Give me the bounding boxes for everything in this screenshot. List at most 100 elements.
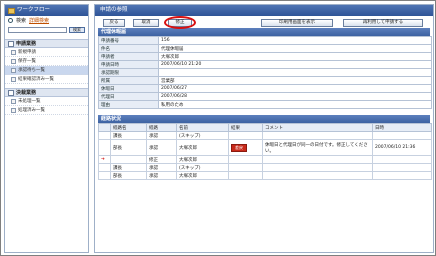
detail-row: 代理日 2007/06/28 (98, 92, 432, 101)
search-icon (8, 18, 13, 23)
route-comment (262, 131, 373, 140)
sidebar-item-saved-list[interactable]: 保存一覧 (5, 57, 88, 66)
document-icon (8, 40, 14, 47)
page-icon (11, 76, 16, 82)
window-frame: ワークフロー 検索 詳細検索 検索 申請業務 新規申請 保存一覧 承認待ち一覧 (0, 0, 436, 256)
stamp-icon (8, 89, 14, 96)
sidebar-item-label: 承認待ち一覧 (18, 68, 45, 73)
route-role: 部長 (110, 171, 147, 180)
category-application[interactable]: 申請業務 (5, 39, 88, 48)
cancel-button[interactable]: 取消 (133, 19, 159, 27)
page-icon (11, 58, 16, 64)
column-header (98, 123, 111, 132)
sidebar-item-label: 未処理一覧 (18, 99, 41, 104)
route-result (228, 171, 263, 180)
route-date (372, 131, 432, 140)
sidebar-item-new-application[interactable]: 新規申請 (5, 48, 88, 57)
toolbar: 戻る 取消 修正 印刷用画面を表示 再利用して申請する (95, 16, 433, 29)
sidebar-item-results-confirmed[interactable]: 結果確認済み一覧 (5, 75, 88, 84)
detail-value: 私用のため (158, 100, 432, 109)
detail-key: 申請日時 (98, 60, 159, 69)
sidebar-item-label: 新規申請 (18, 50, 36, 55)
current-step-arrow (98, 139, 111, 156)
category-label: 申請業務 (16, 41, 37, 47)
detail-key: 件名 (98, 44, 159, 53)
page-icon (11, 67, 16, 73)
search-input[interactable] (8, 27, 67, 33)
route-type: 承認 (146, 131, 177, 140)
page-icon (11, 107, 16, 113)
route-row: 部長 承認 大塚次郎 (98, 171, 432, 180)
route-type: 修正 (146, 155, 177, 164)
advanced-search-link[interactable]: 詳細検索 (29, 17, 49, 24)
main-panel: 申請の参照 戻る 取消 修正 印刷用画面を表示 再利用して申請する 代理休暇届 … (94, 4, 434, 253)
page-title: 申請の参照 (95, 5, 433, 16)
sidebar-item-label: 処理済み一覧 (18, 108, 45, 113)
route-row: ➔ 修正 大塚次郎 (98, 155, 432, 164)
folder-icon (8, 7, 15, 14)
sidebar: ワークフロー 検索 詳細検索 検索 申請業務 新規申請 保存一覧 承認待ち一覧 (4, 4, 89, 253)
route-comment: 休暇日と代理日が同一の日付です。修正してください。 (262, 139, 373, 156)
detail-key: 申請番号 (98, 36, 159, 45)
category-approval[interactable]: 決裁業務 (5, 88, 88, 97)
route-role: 課長 (110, 131, 147, 140)
reapply-button[interactable]: 再利用して申請する (343, 19, 423, 27)
page-icon (11, 49, 16, 55)
route-comment (262, 171, 373, 180)
detail-value: 大塚次郎 (158, 52, 432, 61)
detail-row: 所属 営業部 (98, 76, 432, 85)
detail-key: 承認期限 (98, 68, 159, 77)
route-comment (262, 155, 373, 164)
route-date (372, 163, 432, 172)
sidebar-item-label: 結果確認済み一覧 (18, 77, 54, 82)
route-row: 課長 承認 (スキップ) (98, 131, 432, 140)
detail-row: 申請者 大塚次郎 (98, 52, 432, 61)
detail-row: 申請番号 156 (98, 36, 432, 45)
back-button[interactable]: 戻る (103, 19, 125, 27)
detail-value: 営業部 (158, 76, 432, 85)
detail-value (158, 68, 432, 77)
detail-key: 休暇日 (98, 84, 159, 93)
column-header: 経路名 (110, 123, 147, 132)
route-date (372, 171, 432, 180)
sidebar-item-processed[interactable]: 処理済み一覧 (5, 106, 88, 115)
route-comment (262, 163, 373, 172)
route-name: (スキップ) (176, 131, 229, 140)
route-type: 承認 (146, 139, 177, 156)
search-row: 検索 詳細検索 (5, 16, 88, 25)
route-role: 部長 (110, 139, 147, 156)
rejected-badge: 差戻 (231, 143, 247, 152)
detail-row: 申請日時 2007/06/10 21:20 (98, 60, 432, 69)
detail-key: 代理日 (98, 92, 159, 101)
route-row: 部長 承認 大塚次郎 差戻 休暇日と代理日が同一の日付です。修正してください。 … (98, 139, 432, 156)
route-name: 大塚次郎 (176, 155, 229, 164)
detail-value: 代理休暇届 (158, 44, 432, 53)
route-table: 経路名 経路 名前 結果 コメント 日時 課長 承認 (スキップ) 部長 承認 (98, 123, 432, 180)
current-step-arrow: ➔ (98, 155, 111, 164)
print-view-button[interactable]: 印刷用画面を表示 (261, 19, 333, 27)
route-date: 2007/06/10 21:36 (372, 139, 432, 156)
proxy-section-heading: 代理休暇届 (98, 28, 430, 36)
detail-key: 申請者 (98, 52, 159, 61)
route-name: (スキップ) (176, 163, 229, 172)
route-role: 課長 (110, 163, 147, 172)
route-role (110, 155, 147, 164)
column-header: 結果 (228, 123, 263, 132)
detail-row: 理由 私用のため (98, 100, 432, 109)
detail-row: 件名 代理休暇届 (98, 44, 432, 53)
search-label: 検索 (16, 18, 27, 24)
sidebar-item-unprocessed[interactable]: 未処理一覧 (5, 97, 88, 106)
category-label: 決裁業務 (16, 90, 37, 96)
sidebar-item-awaiting-approval[interactable]: 承認待ち一覧 (5, 66, 88, 75)
route-type: 承認 (146, 163, 177, 172)
route-date (372, 155, 432, 164)
route-name: 大塚次郎 (176, 139, 229, 156)
search-button[interactable]: 検索 (69, 27, 85, 33)
search-input-row: 検索 (5, 25, 88, 35)
route-row: 課長 承認 (スキップ) (98, 163, 432, 172)
detail-key: 理由 (98, 100, 159, 109)
detail-value: 156 (158, 36, 432, 45)
route-name: 大塚次郎 (176, 171, 229, 180)
proxy-details-table: 申請番号 156 件名 代理休暇届 申請者 大塚次郎 申請日時 2007/06/10 2… (98, 36, 432, 109)
detail-row: 承認期限 (98, 68, 432, 77)
